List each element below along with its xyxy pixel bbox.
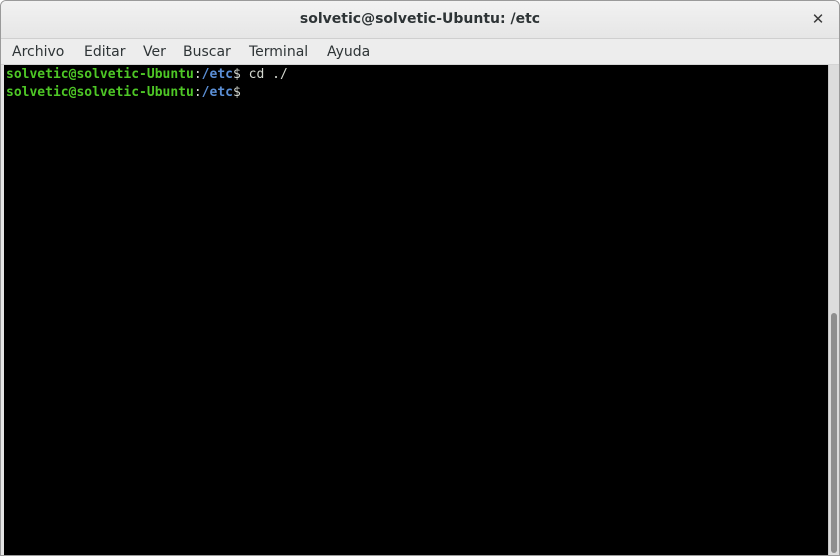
prompt-symbol: $: [232, 67, 241, 82]
window-title: solvetic@solvetic-Ubuntu: /etc: [299, 11, 541, 27]
prompt-user: solvetic@solvetic-Ubuntu: [6, 67, 194, 82]
menu-bar: Archivo Editar Ver Buscar Terminal Ayuda: [1, 39, 839, 65]
menu-editar[interactable]: Editar: [84, 44, 125, 60]
terminal-line: solvetic@solvetic-Ubuntu:/etc$: [4, 84, 828, 102]
close-button[interactable]: ✕: [807, 8, 829, 30]
menu-archivo[interactable]: Archivo: [12, 44, 64, 60]
menu-terminal[interactable]: Terminal: [249, 44, 308, 60]
terminal-output[interactable]: solvetic@solvetic-Ubuntu:/etc$ cd ./ sol…: [4, 65, 828, 555]
close-icon: ✕: [811, 10, 825, 28]
menu-ver[interactable]: Ver: [143, 44, 166, 60]
vertical-scrollbar[interactable]: [828, 65, 839, 555]
command-text: cd ./: [240, 67, 288, 82]
terminal-window: solvetic@solvetic-Ubuntu: /etc ✕ Archivo…: [0, 0, 840, 556]
prompt-separator: :: [193, 67, 202, 82]
prompt-separator: :: [193, 85, 202, 100]
title-bar[interactable]: solvetic@solvetic-Ubuntu: /etc ✕: [1, 1, 839, 39]
prompt-user: solvetic@solvetic-Ubuntu: [6, 85, 194, 100]
prompt-symbol: $: [232, 85, 241, 100]
menu-ayuda[interactable]: Ayuda: [327, 44, 370, 60]
menu-buscar[interactable]: Buscar: [183, 44, 231, 60]
prompt-path: /etc: [201, 85, 233, 100]
terminal-line: solvetic@solvetic-Ubuntu:/etc$ cd ./: [4, 66, 828, 84]
scrollbar-thumb[interactable]: [831, 313, 837, 553]
prompt-path: /etc: [201, 67, 233, 82]
